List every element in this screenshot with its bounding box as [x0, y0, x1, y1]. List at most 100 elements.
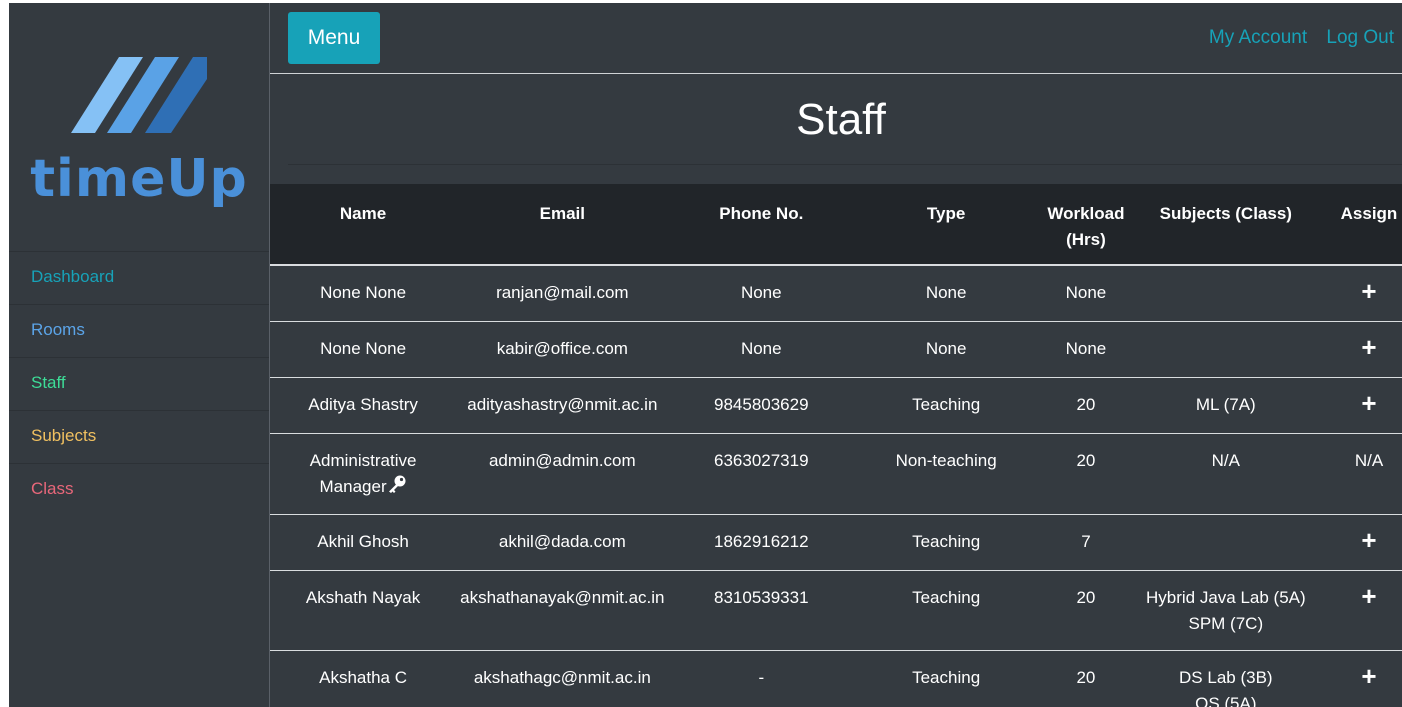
- email-cell: akshathanayak@nmit.ac.in: [456, 570, 669, 651]
- assign-cell: +: [1317, 570, 1402, 651]
- table-row: None None ranjan@mail.com None None None +: [270, 265, 1402, 322]
- logo-stripes-icon: [71, 57, 207, 133]
- app-frame: timeUp Dashboard Rooms Staff Subjects Class …: [9, 3, 1402, 707]
- assign-plus-icon[interactable]: +: [1361, 663, 1376, 689]
- assign-cell: N/A: [1317, 433, 1402, 515]
- phone-cell: -: [668, 650, 855, 707]
- staff-name: None None: [320, 283, 407, 302]
- type-cell: None: [854, 321, 1039, 378]
- assign-plus-icon[interactable]: +: [1361, 527, 1376, 553]
- subjects-cell: ML (7A): [1133, 377, 1318, 434]
- phone-cell: 9845803629: [668, 377, 855, 434]
- assign-cell: +: [1317, 321, 1402, 378]
- sidebar-link-subjects[interactable]: Subjects: [9, 411, 269, 461]
- subjects-cell: DS Lab (3B) OS (5A): [1133, 650, 1318, 707]
- phone-cell: None: [668, 321, 855, 378]
- assign-plus-icon[interactable]: +: [1361, 334, 1376, 360]
- type-cell: Teaching: [854, 650, 1039, 707]
- workload-cell: 20: [1038, 570, 1134, 651]
- subjects-cell: [1133, 514, 1318, 571]
- subject-entry: ML (7A): [1195, 395, 1256, 414]
- table-row: Akshatha C akshathagc@nmit.ac.in - Teaching…: [270, 650, 1402, 707]
- col-header-phone[interactable]: Phone No.: [668, 184, 855, 266]
- col-header-email[interactable]: Email: [456, 184, 669, 266]
- subject-entry: N/A: [1211, 451, 1240, 470]
- type-cell: Teaching: [854, 570, 1039, 651]
- subject-entry: SPM (7C): [1188, 613, 1264, 633]
- sidebar-item-dashboard: Dashboard: [9, 251, 269, 304]
- staff-name: None None: [320, 339, 407, 358]
- assign-cell: +: [1317, 265, 1402, 322]
- table-row: Akhil Ghosh akhil@dada.com 1862916212 Teach…: [270, 514, 1402, 571]
- workload-cell: None: [1038, 265, 1134, 322]
- email-cell: akshathagc@nmit.ac.in: [456, 650, 669, 707]
- table-row: Akshath Nayak akshathanayak@nmit.ac.in 831…: [270, 570, 1402, 651]
- col-header-workload-label: Workload: [1047, 204, 1125, 223]
- table-row: None None kabir@office.com None None None +: [270, 321, 1402, 378]
- sidebar-link-staff[interactable]: Staff: [9, 358, 269, 408]
- table-header: Name Email Phone No. Type Workload (Hrs) …: [270, 184, 1402, 266]
- logo-text: timeUp: [30, 149, 248, 209]
- assign-plus-icon[interactable]: +: [1361, 278, 1376, 304]
- name-cell: Akhil Ghosh: [270, 514, 457, 571]
- assign-plus-icon[interactable]: +: [1361, 390, 1376, 416]
- staff-name: Akhil Ghosh: [317, 531, 409, 551]
- table-row: Aditya Shastry adityashastry@nmit.ac.in 98…: [270, 377, 1402, 434]
- menu-button[interactable]: Menu: [288, 12, 380, 64]
- assign-cell: +: [1317, 514, 1402, 571]
- name-cell: Akshatha C: [270, 650, 457, 707]
- subjects-cell: Hybrid Java Lab (5A) SPM (7C): [1133, 570, 1318, 651]
- type-cell: None: [854, 265, 1039, 322]
- table-row: Administrative Manager admin@admin.com 636…: [270, 433, 1402, 515]
- email-cell: admin@admin.com: [456, 433, 669, 515]
- col-header-workload[interactable]: Workload (Hrs): [1038, 184, 1134, 266]
- workload-cell: 7: [1038, 514, 1134, 571]
- email-cell: adityashastry@nmit.ac.in: [456, 377, 669, 434]
- staff-table: Name Email Phone No. Type Workload (Hrs) …: [270, 184, 1402, 707]
- page-title: Staff: [796, 95, 886, 144]
- email-cell: ranjan@mail.com: [456, 265, 669, 322]
- name-cell: Akshath Nayak: [270, 570, 457, 651]
- col-header-subjects[interactable]: Subjects (Class): [1133, 184, 1318, 266]
- subjects-cell: N/A: [1133, 433, 1318, 515]
- sidebar-nav: Dashboard Rooms Staff Subjects Class: [9, 251, 269, 516]
- assign-cell: +: [1317, 650, 1402, 707]
- phone-cell: 6363027319: [668, 433, 855, 515]
- sidebar-item-subjects: Subjects: [9, 410, 269, 463]
- log-out-link[interactable]: Log Out: [1326, 27, 1394, 48]
- account-links: My Account Log Out: [1195, 27, 1394, 49]
- logo[interactable]: timeUp: [9, 3, 269, 251]
- top-bar: Menu My Account Log Out: [270, 3, 1402, 74]
- col-header-type[interactable]: Type: [854, 184, 1039, 266]
- workload-cell: 20: [1038, 377, 1134, 434]
- type-cell: Teaching: [854, 514, 1039, 571]
- col-header-name[interactable]: Name: [270, 184, 457, 266]
- sidebar-item-staff: Staff: [9, 357, 269, 410]
- phone-cell: 1862916212: [668, 514, 855, 571]
- key-icon: [387, 475, 407, 501]
- sidebar-link-dashboard[interactable]: Dashboard: [9, 252, 269, 302]
- subjects-cell: [1133, 265, 1318, 322]
- subject-entry: DS Lab (3B): [1179, 667, 1273, 687]
- staff-name: Akshatha C: [319, 667, 408, 687]
- email-cell: akhil@dada.com: [456, 514, 669, 571]
- name-cell: Aditya Shastry: [270, 377, 457, 434]
- workload-cell: 20: [1038, 650, 1134, 707]
- email-cell: kabir@office.com: [456, 321, 669, 378]
- col-header-assign[interactable]: Assign: [1317, 184, 1402, 266]
- table-body: None None ranjan@mail.com None None None + Non…: [270, 265, 1402, 707]
- my-account-link[interactable]: My Account: [1209, 27, 1307, 48]
- workload-cell: 20: [1038, 433, 1134, 515]
- type-cell: Teaching: [854, 377, 1039, 434]
- subjects-cell: [1133, 321, 1318, 378]
- title-divider: [288, 164, 1402, 165]
- name-cell: Administrative Manager: [270, 433, 457, 515]
- staff-name: Aditya Shastry: [308, 395, 418, 414]
- sidebar-link-class[interactable]: Class: [9, 464, 269, 514]
- sidebar-link-rooms[interactable]: Rooms: [9, 305, 269, 355]
- workload-cell: None: [1038, 321, 1134, 378]
- assign-plus-icon[interactable]: +: [1361, 583, 1376, 609]
- type-cell: Non-teaching: [854, 433, 1039, 515]
- phone-cell: 8310539331: [668, 570, 855, 651]
- assign-na: N/A: [1354, 451, 1384, 470]
